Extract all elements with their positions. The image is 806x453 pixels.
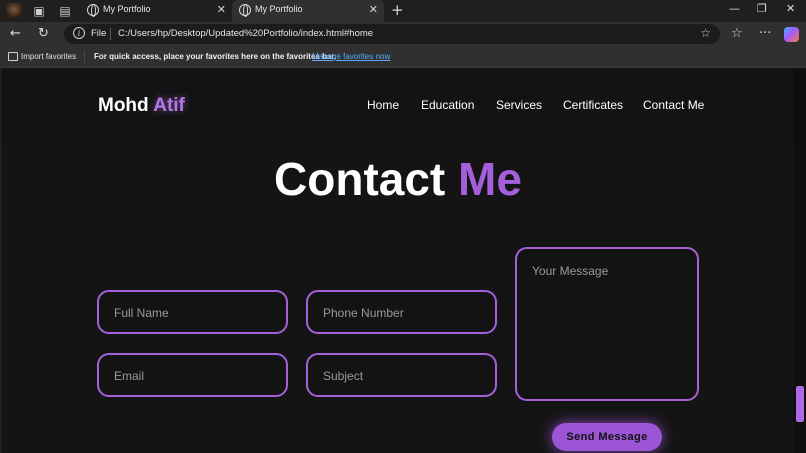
- tab-title: My Portfolio: [255, 4, 303, 14]
- scrollbar-thumb[interactable]: [796, 386, 804, 422]
- full-name-input[interactable]: Full Name: [97, 290, 288, 334]
- placeholder: Phone Number: [323, 306, 404, 320]
- placeholder: Your Message: [532, 264, 609, 278]
- favorites-bar: Import favorites For quick access, place…: [0, 46, 806, 68]
- back-icon[interactable]: ←: [10, 26, 21, 41]
- divider: [110, 28, 111, 40]
- site-logo[interactable]: Mohd Atif: [98, 95, 185, 117]
- globe-icon: [87, 4, 99, 17]
- divider: [84, 51, 85, 63]
- send-message-button[interactable]: Send Message: [552, 423, 662, 451]
- import-icon[interactable]: [8, 52, 18, 61]
- nav-services[interactable]: Services: [496, 98, 542, 112]
- email-input[interactable]: Email: [97, 353, 288, 397]
- page-scrollbar[interactable]: [794, 68, 806, 453]
- placeholder: Full Name: [114, 306, 169, 320]
- profile-avatar[interactable]: [6, 3, 22, 19]
- page-viewport: Mohd Atif Home Education Services Certif…: [2, 68, 794, 453]
- favorites-hint: For quick access, place your favorites h…: [94, 52, 337, 61]
- scheme-label: File: [91, 28, 107, 39]
- favorite-star-icon[interactable]: ☆: [700, 26, 711, 40]
- new-tab-icon[interactable]: +: [391, 1, 404, 19]
- message-textarea[interactable]: Your Message: [515, 247, 699, 401]
- tab-close-icon[interactable]: ✕: [369, 3, 378, 16]
- site-info-icon[interactable]: i: [73, 27, 85, 39]
- tab-close-icon[interactable]: ✕: [217, 3, 226, 16]
- browser-toolbar: ← ↻ i File C:/Users/hp/Desktop/Updated%2…: [0, 22, 806, 46]
- nav-contact-me[interactable]: Contact Me: [643, 98, 704, 112]
- restore-icon[interactable]: ❐: [757, 2, 767, 15]
- manage-favorites-link[interactable]: Manage favorites now: [312, 52, 390, 61]
- site-header: Mohd Atif Home Education Services Certif…: [2, 68, 794, 142]
- address-bar[interactable]: i File C:/Users/hp/Desktop/Updated%20Por…: [64, 24, 720, 44]
- subject-input[interactable]: Subject: [306, 353, 497, 397]
- title-first: Contact: [274, 153, 446, 205]
- window-close-icon[interactable]: ✕: [786, 2, 795, 15]
- refresh-icon[interactable]: ↻: [38, 26, 49, 41]
- page-title: Contact Me: [2, 152, 794, 206]
- tab-title: My Portfolio: [103, 4, 151, 14]
- title-accent: Me: [458, 153, 522, 205]
- placeholder: Email: [114, 369, 145, 383]
- minimize-icon[interactable]: —: [729, 2, 740, 15]
- globe-icon: [239, 4, 251, 17]
- favorites-icon[interactable]: ☆: [731, 26, 743, 41]
- tab-portfolio-1[interactable]: My Portfolio ✕: [80, 0, 232, 22]
- placeholder: Subject: [323, 369, 364, 383]
- logo-first: Mohd: [98, 95, 149, 116]
- nav-education[interactable]: Education: [421, 98, 474, 112]
- logo-accent: Atif: [153, 95, 185, 116]
- tab-strip: ▣ ▤ My Portfolio ✕ My Portfolio ✕ + — ❐ …: [0, 0, 806, 22]
- phone-number-input[interactable]: Phone Number: [306, 290, 497, 334]
- copilot-icon[interactable]: [784, 27, 799, 42]
- import-favorites-button[interactable]: Import favorites: [21, 52, 76, 61]
- nav-home[interactable]: Home: [367, 98, 399, 112]
- more-menu-icon[interactable]: ···: [759, 26, 771, 41]
- tab-portfolio-2[interactable]: My Portfolio ✕: [232, 0, 384, 22]
- url-text[interactable]: C:/Users/hp/Desktop/Updated%20Portfolio/…: [118, 28, 373, 39]
- workspaces-icon[interactable]: ▣: [31, 3, 47, 19]
- tab-actions-icon[interactable]: ▤: [57, 3, 73, 19]
- nav-certificates[interactable]: Certificates: [563, 98, 623, 112]
